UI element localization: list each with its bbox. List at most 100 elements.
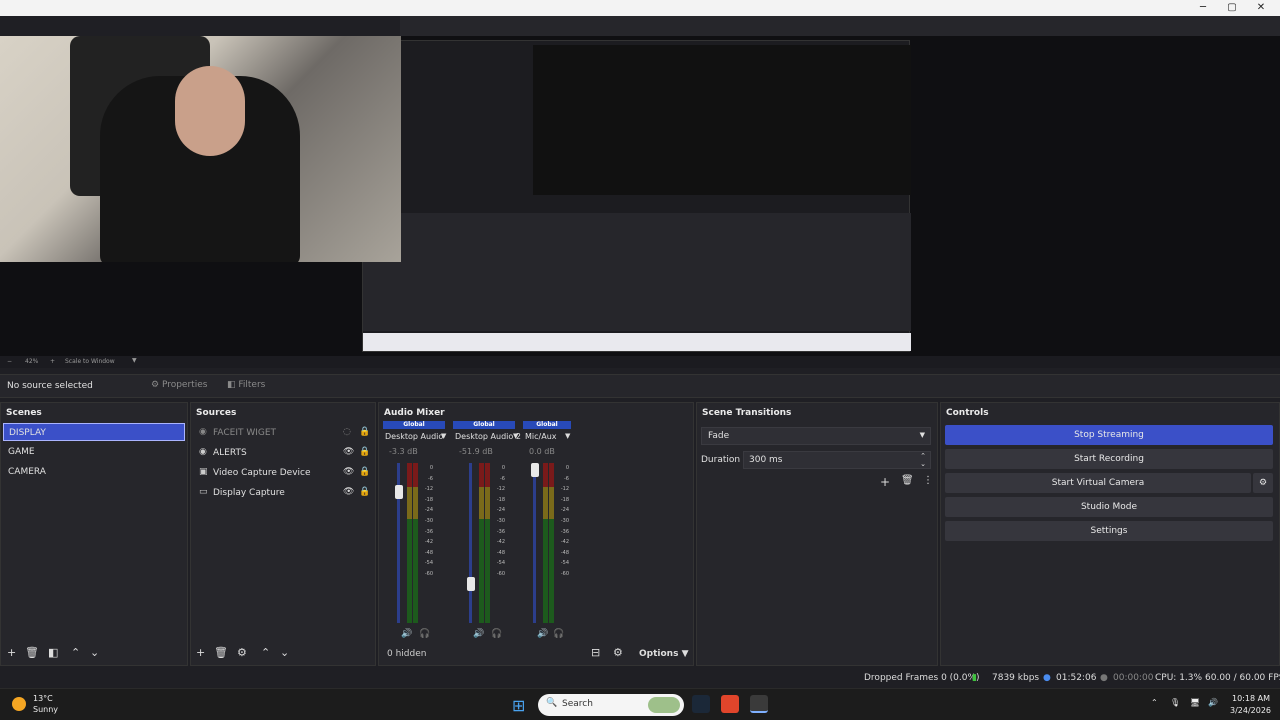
sources-dock: Sources ◉ FACEIT WIGET ◌ 🔒 ◉ ALERTS 👁 🔒 … [190,402,376,666]
source-item-alerts[interactable]: ◉ ALERTS 👁 🔒 [197,445,373,463]
volume-fader-knob[interactable] [467,576,475,591]
zoom-out-button[interactable]: − [7,358,12,365]
remove-scene-button[interactable]: 🗑 [25,646,39,659]
scene-item-game[interactable]: GAME [3,443,185,461]
record-time: 00:00:00 [1113,673,1154,683]
source-move-down-button[interactable]: ⌄ [280,646,289,659]
taskbar-search[interactable]: 🔍 Search [538,694,684,716]
volume-fader-track[interactable] [533,463,536,623]
settings-button[interactable]: Settings [945,521,1273,541]
remove-source-button[interactable]: 🗑 [214,646,228,659]
eye-icon[interactable]: 👁 [343,447,354,457]
scene-item-camera[interactable]: CAMERA [3,463,185,481]
minimize-button[interactable]: ─ [1196,2,1210,13]
remove-transition-button[interactable]: 🗑 [901,475,914,486]
eye-icon[interactable]: 👁 [343,467,354,477]
layout-toggle-button[interactable]: ⊟ [591,646,600,659]
filters-button[interactable]: ◧ Filters [227,380,265,390]
lock-icon[interactable]: 🔒 [359,427,370,437]
duration-spinbox[interactable]: 300 ms ⌃ ⌄ [743,451,931,469]
volume-fader-track[interactable] [469,463,472,623]
microphone-icon[interactable]: 🎙 [1170,698,1180,707]
volume-icon[interactable]: 🔊 [1208,698,1218,707]
no-source-label: No source selected [7,381,93,391]
advanced-audio-button[interactable]: ⚙ [613,646,623,659]
speaker-icon[interactable]: 🔊 [537,629,548,639]
mixer-channel-mic-aux: Global Mic/Aux ▼ 0.0 dB 0 -6 -12 -18 -24 -30-… [523,421,587,641]
move-down-button[interactable]: ⌄ [90,646,99,659]
source-item-display-capture[interactable]: ▭ Display Capture 👁 🔒 [197,485,373,503]
lock-icon[interactable]: 🔒 [359,487,370,497]
weather-desc[interactable]: Sunny [33,705,58,714]
lock-icon[interactable]: 🔒 [359,467,370,477]
start-virtual-camera-button[interactable]: Start Virtual Camera [945,473,1251,493]
close-button[interactable]: ✕ [1254,2,1268,13]
nested-panels [363,213,911,331]
properties-button[interactable]: ⚙ Properties [151,380,207,390]
scene-transitions-dock: Scene Transitions Fade ▼ Duration 300 ms… [696,402,938,666]
level-meter [407,463,412,623]
browser-source-icon: ◉ [199,447,207,457]
windows-start-icon[interactable]: ⊞ [512,696,525,715]
eye-hidden-icon[interactable]: ◌ [343,427,351,437]
headphones-icon[interactable]: 🎧 [553,629,564,639]
chevron-down-icon[interactable]: ▼ [565,432,570,440]
fps: 60.00 / 60.00 FPS [1205,673,1280,683]
channel-db: -51.9 dB [459,447,493,456]
channel-db: -3.3 dB [389,447,418,456]
speaker-icon[interactable]: 🔊 [401,629,412,639]
scene-item-display[interactable]: DISPLAY [3,423,185,441]
source-item-video-capture[interactable]: ▣ Video Capture Device 👁 🔒 [197,465,373,483]
obs-icon[interactable] [750,695,768,713]
volume-fader-knob[interactable] [531,463,539,477]
steam-icon[interactable] [692,695,710,713]
add-scene-button[interactable]: + [7,646,16,659]
stop-streaming-button[interactable]: Stop Streaming [945,425,1273,445]
zoom-level: 42% [25,358,39,365]
network-icon[interactable]: 🖥 [1190,698,1200,707]
clock-date[interactable]: 3/24/2026 [1230,706,1271,715]
scene-filters-button[interactable]: ◧ [48,646,58,659]
transition-select[interactable]: Fade ▼ [701,427,931,445]
headphones-icon[interactable]: 🎧 [419,629,430,639]
add-transition-button[interactable]: + [880,475,890,489]
clock-time[interactable]: 10:18 AM [1232,694,1270,703]
search-highlight-icon [648,697,680,713]
status-bar: Dropped Frames 0 (0.0%) ▮ 7839 kbps ● 01… [0,668,1280,688]
gear-icon: ⚙ [1258,478,1268,488]
maximize-button[interactable]: ▢ [1225,2,1239,13]
audio-mixer-title: Audio Mixer [384,408,445,418]
studio-mode-button[interactable]: Studio Mode [945,497,1273,517]
channel-name: Mic/Aux [525,432,557,441]
dropped-frames: Dropped Frames 0 (0.0%) [864,673,980,683]
source-item-faceit[interactable]: ◉ FACEIT WIGET ◌ 🔒 [197,425,373,443]
chevron-down-icon[interactable]: ▼ [441,432,446,440]
virtual-camera-settings-button[interactable]: ⚙ [1253,473,1273,493]
source-settings-button[interactable]: ⚙ [237,646,247,659]
chevron-down-icon[interactable]: ▼ [513,432,518,440]
source-move-up-button[interactable]: ⌃ [261,646,270,659]
chevron-up-icon[interactable]: ⌃ [1151,698,1158,707]
lock-icon[interactable]: 🔒 [359,447,370,457]
add-source-button[interactable]: + [196,646,205,659]
scale-mode-select[interactable]: Scale to Window [65,358,115,365]
eye-icon[interactable]: 👁 [343,487,354,497]
headphones-icon[interactable]: 🎧 [491,629,502,639]
browser-source-icon: ◉ [199,427,207,437]
volume-fader-knob[interactable] [395,484,403,499]
preview-canvas[interactable] [0,36,1280,356]
chevron-down-icon[interactable]: ▼ [132,357,137,364]
sun-icon[interactable] [12,697,26,711]
stepper-icon[interactable]: ⌃ ⌄ [920,452,926,468]
move-up-button[interactable]: ⌃ [71,646,80,659]
weather-temp[interactable]: 13°C [33,694,53,703]
start-recording-button[interactable]: Start Recording [945,449,1273,469]
brave-icon[interactable] [721,695,739,713]
channel-global-label: Global [383,421,445,429]
speaker-icon[interactable]: 🔊 [473,629,484,639]
zoom-in-button[interactable]: + [50,358,55,365]
streamer-head [175,66,245,156]
hidden-count[interactable]: 0 hidden [387,649,426,659]
more-options-icon[interactable]: ⋮ [923,475,933,486]
mixer-options-button[interactable]: Options ▼ [639,649,689,659]
